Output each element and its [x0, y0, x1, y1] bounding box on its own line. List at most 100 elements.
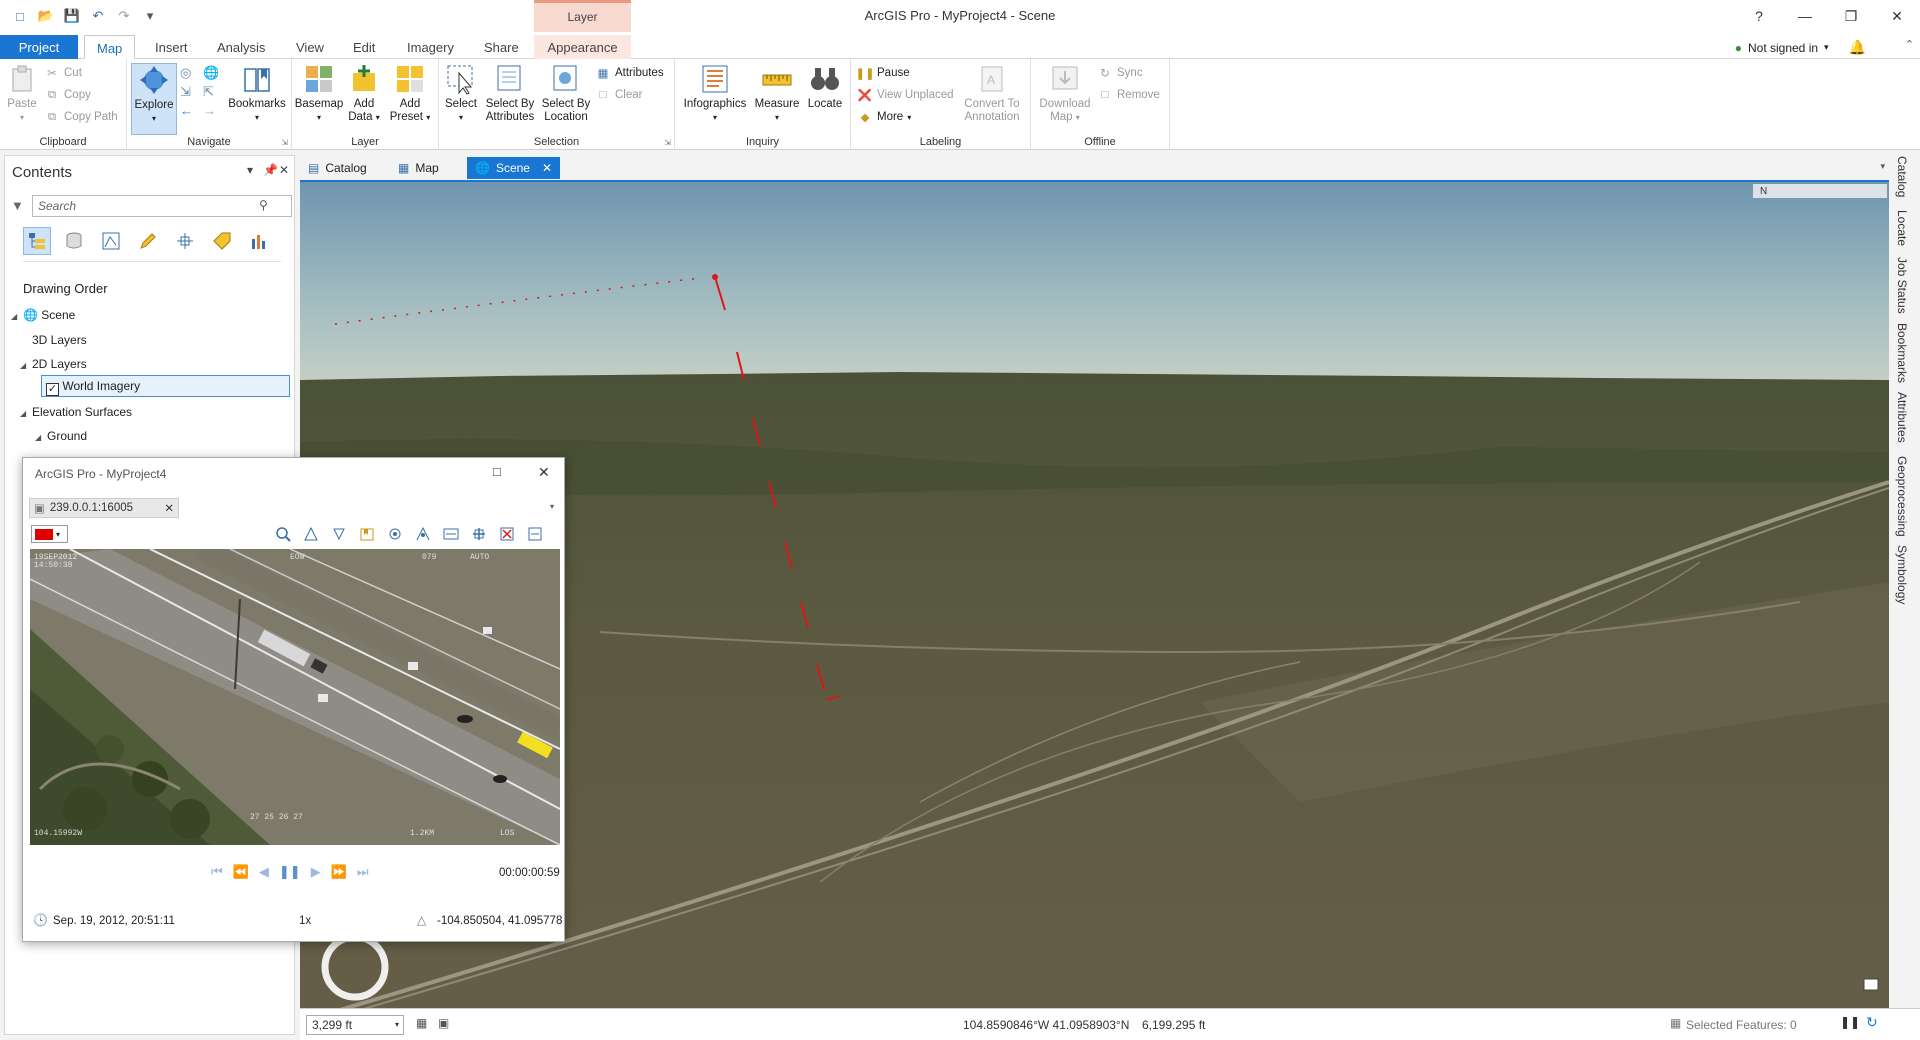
- add-graphic-icon[interactable]: [468, 525, 490, 543]
- select-by-attributes-button[interactable]: Select By Attributes: [481, 63, 539, 124]
- add-point-icon[interactable]: [412, 525, 434, 543]
- tree-item-elevation-surfaces[interactable]: ◢ Elevation Surfaces: [20, 405, 132, 419]
- basemap-button[interactable]: Basemap ▾: [294, 63, 344, 124]
- video-frame[interactable]: 19SEP2012 14:50:38 EOW 079 AUTO 104.15992W L…: [30, 549, 560, 845]
- dock-symbology[interactable]: Symbology: [1895, 545, 1909, 604]
- dialog-launcher-icon[interactable]: ⇲: [281, 138, 288, 147]
- close-tab-icon[interactable]: ✕: [542, 161, 552, 175]
- list-by-editing-icon[interactable]: [134, 227, 162, 255]
- restore-button[interactable]: ❐: [1828, 4, 1874, 28]
- notification-icon[interactable]: [1863, 978, 1879, 991]
- minimize-button[interactable]: —: [1782, 4, 1828, 28]
- tree-item-world-imagery[interactable]: ✓ World Imagery: [41, 375, 290, 397]
- scale-dropdown[interactable]: 3,299 ft ▾: [306, 1015, 404, 1035]
- tab-edit[interactable]: Edit: [341, 35, 387, 59]
- tree-item-scene[interactable]: ◢ 🌐 Scene: [11, 308, 75, 322]
- view-tab-catalog[interactable]: ▤ Catalog: [300, 157, 375, 179]
- pin-icon[interactable]: 📌: [263, 163, 278, 177]
- player-close-button[interactable]: ✕: [538, 464, 550, 481]
- convert-to-annotation-button[interactable]: A Convert To Annotation: [955, 63, 1029, 124]
- step-back-icon[interactable]: ◀: [259, 864, 269, 880]
- close-stream-tab-icon[interactable]: ✕: [164, 501, 174, 515]
- tree-item-3d-layers[interactable]: 3D Layers: [32, 333, 87, 347]
- back-arrow-icon[interactable]: ←: [180, 103, 200, 118]
- fixed-zoom-icon[interactable]: ◎: [180, 65, 200, 81]
- help-button[interactable]: ?: [1736, 4, 1782, 28]
- list-by-source-icon[interactable]: [60, 227, 88, 255]
- stream-tabs-dropdown-icon[interactable]: ▾: [550, 502, 554, 511]
- remove-offline-button[interactable]: □ Remove: [1097, 85, 1160, 105]
- measure-button[interactable]: Measure ▾: [751, 63, 803, 124]
- skip-to-start-icon[interactable]: ⏮: [211, 864, 223, 880]
- forward-arrow-icon[interactable]: →: [203, 103, 223, 118]
- copy-button[interactable]: ⧉ Copy: [44, 85, 91, 105]
- tab-view[interactable]: View: [284, 35, 336, 59]
- dock-bookmarks[interactable]: Bookmarks: [1895, 323, 1909, 383]
- zoom-to-scale-icon[interactable]: ▦: [416, 1016, 427, 1030]
- notification-bell-icon[interactable]: 🔔: [1849, 39, 1866, 56]
- view-tabs-dropdown-icon[interactable]: ▾: [1880, 161, 1885, 172]
- clear-button[interactable]: □ Clear: [595, 85, 643, 105]
- expand-triangle-icon[interactable]: ◢: [20, 361, 32, 370]
- pane-options-icon[interactable]: ▾: [247, 163, 253, 177]
- layer-visibility-checkbox[interactable]: ✓: [46, 383, 59, 396]
- capture-image-icon[interactable]: [384, 525, 406, 543]
- follow-frame-icon[interactable]: [328, 525, 350, 543]
- zoom-out-icon[interactable]: ⇱: [203, 84, 223, 100]
- view-unplaced-button[interactable]: ❌ View Unplaced: [857, 85, 954, 105]
- locate-button[interactable]: Locate: [801, 63, 849, 111]
- refresh-icon[interactable]: ↻: [1866, 1014, 1878, 1031]
- add-bookmark-icon[interactable]: [356, 525, 378, 543]
- follow-sensor-icon[interactable]: [300, 525, 322, 543]
- tab-appearance[interactable]: Appearance: [534, 35, 631, 59]
- add-data-button[interactable]: Add Data ▾: [342, 63, 386, 124]
- delete-graphic-icon[interactable]: [496, 525, 518, 543]
- dock-job-status[interactable]: Job Status: [1895, 257, 1909, 314]
- stream-tab[interactable]: ▣ 239.0.0.1:16005 ✕: [29, 498, 179, 518]
- list-by-snapping-icon[interactable]: [171, 227, 199, 255]
- dialog-launcher-icon[interactable]: ⇲: [664, 138, 671, 147]
- paste-button[interactable]: Paste ▾: [0, 63, 44, 124]
- list-by-drawing-order-icon[interactable]: [23, 227, 51, 255]
- filter-icon[interactable]: ▼: [11, 198, 24, 213]
- selected-features-count[interactable]: Selected Features: 0: [1686, 1018, 1797, 1032]
- dock-catalog[interactable]: Catalog: [1895, 156, 1909, 197]
- expand-triangle-icon[interactable]: ◢: [35, 433, 47, 442]
- tab-imagery[interactable]: Imagery: [395, 35, 466, 59]
- expand-triangle-icon[interactable]: ◢: [11, 312, 23, 321]
- pause-labeling-button[interactable]: ❚❚ Pause: [855, 63, 909, 83]
- player-maximize-button[interactable]: □: [493, 464, 501, 479]
- tab-share[interactable]: Share: [472, 35, 531, 59]
- tab-analysis[interactable]: Analysis: [205, 35, 277, 59]
- select-button[interactable]: Select ▾: [439, 63, 483, 124]
- sign-in-status[interactable]: ● Not signed in ▾ 🔔: [1735, 39, 1866, 56]
- rewind-icon[interactable]: ⏪: [233, 864, 249, 880]
- graphic-color-picker[interactable]: ▾: [31, 525, 68, 543]
- add-preset-button[interactable]: Add Preset ▾: [384, 63, 436, 124]
- tree-item-2d-layers[interactable]: ◢ 2D Layers: [20, 357, 87, 371]
- view-tab-map[interactable]: ▦ Map: [390, 157, 447, 179]
- search-icon[interactable]: ⚲: [259, 198, 268, 212]
- playback-speed[interactable]: 1x: [299, 915, 311, 927]
- bookmarks-button[interactable]: Bookmarks ▾: [226, 63, 288, 124]
- pause-icon[interactable]: ❚❚: [279, 864, 301, 880]
- cut-button[interactable]: ✂ Cut: [44, 63, 82, 83]
- full-extent-icon[interactable]: 🌐: [203, 65, 223, 81]
- infographics-button[interactable]: Infographics ▾: [681, 63, 749, 124]
- dock-attributes[interactable]: Attributes: [1895, 392, 1909, 443]
- sync-button[interactable]: ↻ Sync: [1097, 63, 1142, 83]
- close-pane-icon[interactable]: ✕: [279, 163, 289, 177]
- close-button[interactable]: ✕: [1874, 4, 1920, 28]
- dock-locate[interactable]: Locate: [1895, 210, 1909, 246]
- step-forward-icon[interactable]: ▶: [311, 864, 321, 880]
- tab-project[interactable]: Project: [0, 35, 78, 59]
- more-labeling-button[interactable]: ◆ More ▾: [857, 107, 912, 127]
- list-charts-icon[interactable]: [245, 227, 273, 255]
- fit-extent-icon[interactable]: ▣: [438, 1016, 449, 1030]
- tab-map[interactable]: Map: [84, 35, 136, 59]
- view-tab-scene[interactable]: 🌐 Scene ✕: [467, 157, 561, 179]
- north-arrow[interactable]: N: [1753, 184, 1887, 198]
- download-map-button[interactable]: Download Map ▾: [1035, 63, 1095, 124]
- video-player-window[interactable]: ArcGIS Pro - MyProject4 □ ✕ ▣ 239.0.0.1:…: [22, 457, 565, 942]
- attributes-button[interactable]: ▦ Attributes: [595, 63, 664, 83]
